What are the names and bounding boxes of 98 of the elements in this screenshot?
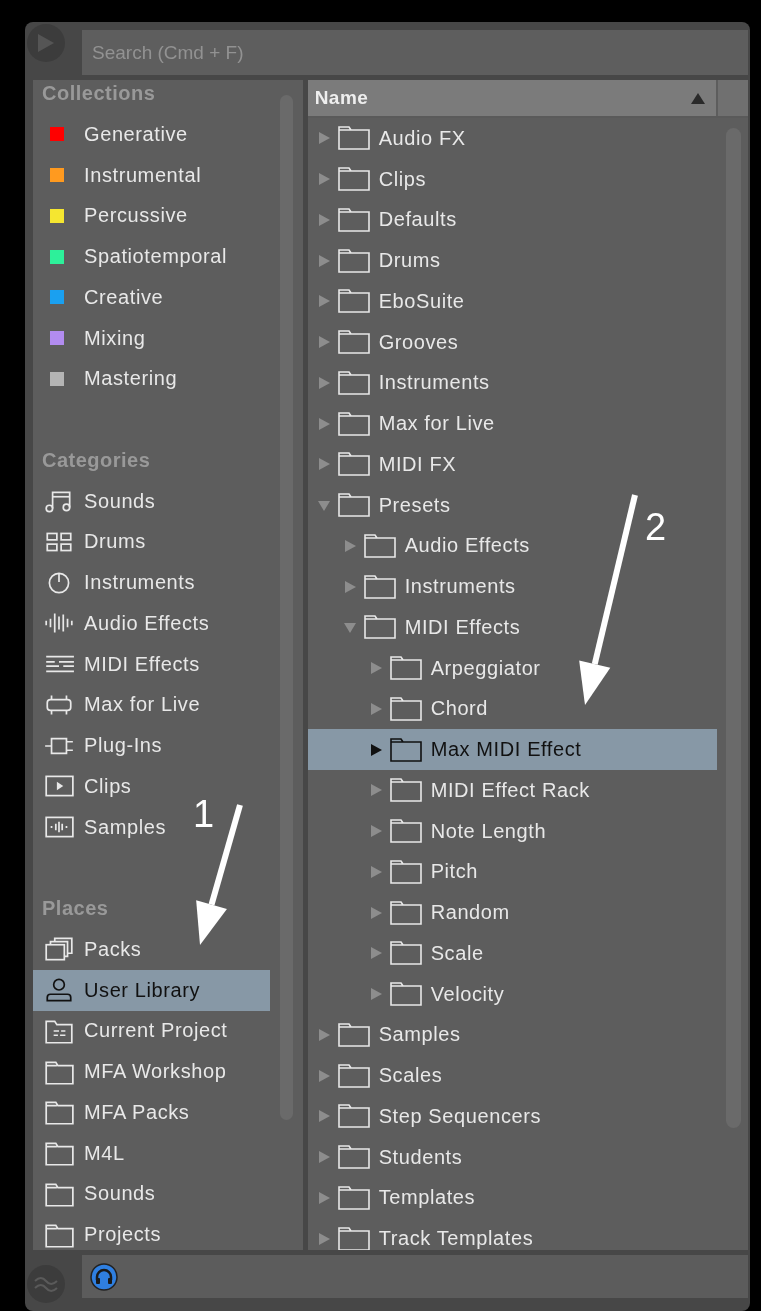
play-icon bbox=[37, 33, 55, 53]
tree-item[interactable]: Velocity bbox=[307, 973, 509, 1015]
tree-item[interactable]: Defaults bbox=[307, 199, 461, 241]
sidebar-item[interactable]: M4L bbox=[33, 1132, 129, 1174]
play-button[interactable] bbox=[27, 24, 65, 62]
tree-item[interactable]: Chord bbox=[307, 688, 493, 730]
folder-icon bbox=[43, 1099, 75, 1126]
tree-item[interactable]: Max for Live bbox=[307, 403, 499, 444]
sidebar-item[interactable]: Clips bbox=[33, 766, 136, 807]
tree-item[interactable]: Note Length bbox=[307, 810, 551, 852]
folder-icon bbox=[43, 1140, 75, 1167]
tree-item[interactable]: Track Templates bbox=[307, 1218, 538, 1250]
folder-icon bbox=[388, 695, 423, 722]
tree-item[interactable]: Students bbox=[307, 1136, 467, 1178]
sidebar-item[interactable]: MFA Packs bbox=[33, 1092, 194, 1133]
tree-item[interactable]: Max MIDI Effect bbox=[307, 729, 717, 770]
sidebar-item[interactable]: Instruments bbox=[33, 562, 200, 603]
sidebar-item[interactable]: Max for Live bbox=[33, 684, 205, 726]
tree-item[interactable]: MIDI FX bbox=[307, 444, 461, 485]
collapse-arrow-icon[interactable] bbox=[342, 620, 357, 635]
sidebar-item[interactable]: Drums bbox=[33, 521, 150, 563]
sidebar-item[interactable]: Mastering bbox=[33, 358, 182, 400]
folder-icon bbox=[362, 614, 397, 641]
tree-item[interactable]: MIDI Effects bbox=[307, 607, 525, 648]
folder-icon bbox=[336, 288, 371, 315]
headphones-icon[interactable] bbox=[90, 1262, 118, 1291]
tree-item[interactable]: Audio FX bbox=[307, 118, 470, 159]
person-icon bbox=[43, 977, 75, 1004]
tree-item[interactable]: Grooves bbox=[307, 321, 463, 363]
sidebar-item[interactable]: User Library bbox=[33, 969, 270, 1011]
sidebar-item[interactable]: Instrumental bbox=[33, 154, 206, 196]
folder-icon bbox=[388, 736, 423, 763]
folder-icon bbox=[336, 329, 371, 356]
annotation-number: 2 bbox=[645, 508, 667, 546]
folder-icon bbox=[336, 492, 371, 519]
section-heading: Places bbox=[41, 896, 110, 922]
sidebar-item[interactable]: Creative bbox=[33, 277, 168, 318]
sidebar-item[interactable]: Sounds bbox=[33, 480, 160, 522]
folder-icon bbox=[388, 899, 423, 926]
tree-item[interactable]: Drums bbox=[307, 240, 445, 281]
sidebar-item[interactable]: Plug-Ins bbox=[33, 725, 167, 766]
tree-item[interactable]: Samples bbox=[307, 1014, 465, 1056]
folder-icon bbox=[388, 818, 423, 845]
sidebar-item[interactable]: MFA Workshop bbox=[33, 1051, 231, 1092]
folder-icon bbox=[388, 940, 423, 967]
tree-item[interactable]: Presets bbox=[307, 484, 455, 526]
tree-item[interactable]: Pitch bbox=[307, 851, 483, 893]
tree-item[interactable]: Instruments bbox=[307, 566, 520, 607]
tree-item[interactable]: EboSuite bbox=[307, 281, 469, 322]
sidebar-item[interactable]: Mixing bbox=[33, 317, 150, 359]
tree-item[interactable]: Audio Effects bbox=[307, 525, 534, 567]
waveform-button[interactable] bbox=[27, 1265, 65, 1303]
folder-icon bbox=[336, 1103, 371, 1130]
tree-item[interactable]: MIDI Effect Rack bbox=[307, 770, 594, 811]
tree-item[interactable]: Step Sequencers bbox=[307, 1096, 546, 1137]
annotation-number: 1 bbox=[193, 795, 215, 833]
folder-icon bbox=[336, 247, 371, 274]
expand-arrow-icon[interactable] bbox=[368, 742, 383, 757]
folder-icon bbox=[388, 981, 423, 1008]
sidebar-item[interactable]: Current Project bbox=[33, 1010, 232, 1052]
folder-icon bbox=[336, 1144, 371, 1171]
wave-icon bbox=[33, 1274, 59, 1294]
sidebar-item[interactable]: Samples bbox=[33, 806, 170, 848]
folder-icon bbox=[388, 858, 423, 885]
tree-item[interactable]: Instruments bbox=[307, 362, 494, 404]
sort-arrow-icon bbox=[690, 91, 706, 105]
sidebar-item[interactable]: Packs bbox=[33, 929, 146, 970]
tree-item[interactable]: Scale bbox=[307, 933, 488, 974]
folder-icon bbox=[336, 410, 371, 437]
folder-icon bbox=[362, 573, 397, 600]
folder-icon bbox=[336, 451, 371, 478]
folder-icon bbox=[388, 655, 423, 682]
folder-icon bbox=[362, 532, 397, 559]
folder-icon bbox=[336, 166, 371, 193]
section-heading: Collections bbox=[41, 81, 157, 106]
sidebar-item[interactable]: Audio Effects bbox=[33, 603, 214, 644]
tree-item[interactable]: Clips bbox=[307, 158, 431, 200]
tree-item[interactable]: Arpeggiator bbox=[307, 647, 545, 689]
sidebar-item[interactable]: Percussive bbox=[33, 195, 192, 237]
folder-icon bbox=[336, 1021, 371, 1048]
sidebar-item[interactable]: Sounds bbox=[33, 1173, 160, 1215]
folder-icon bbox=[388, 777, 423, 804]
section-heading: Categories bbox=[41, 448, 152, 473]
folder-icon bbox=[336, 1225, 371, 1250]
stacked-squares-icon bbox=[43, 936, 75, 963]
tree-item[interactable]: Random bbox=[307, 892, 514, 933]
sidebar-item[interactable]: Spatiotemporal bbox=[33, 236, 231, 277]
folder-icon bbox=[336, 206, 371, 233]
sidebar-item[interactable]: Projects bbox=[33, 1214, 166, 1250]
sidebar-item[interactable]: MIDI Effects bbox=[33, 643, 204, 685]
collapse-arrow-icon[interactable] bbox=[316, 498, 331, 513]
folder-icon bbox=[336, 1062, 371, 1089]
folder-icon bbox=[336, 125, 371, 152]
folder-icon bbox=[336, 1184, 371, 1211]
tree-item[interactable]: Templates bbox=[307, 1177, 480, 1219]
folder-icon bbox=[336, 369, 371, 396]
tree-item[interactable]: Scales bbox=[307, 1055, 447, 1096]
sidebar-item[interactable]: Generative bbox=[33, 114, 192, 155]
